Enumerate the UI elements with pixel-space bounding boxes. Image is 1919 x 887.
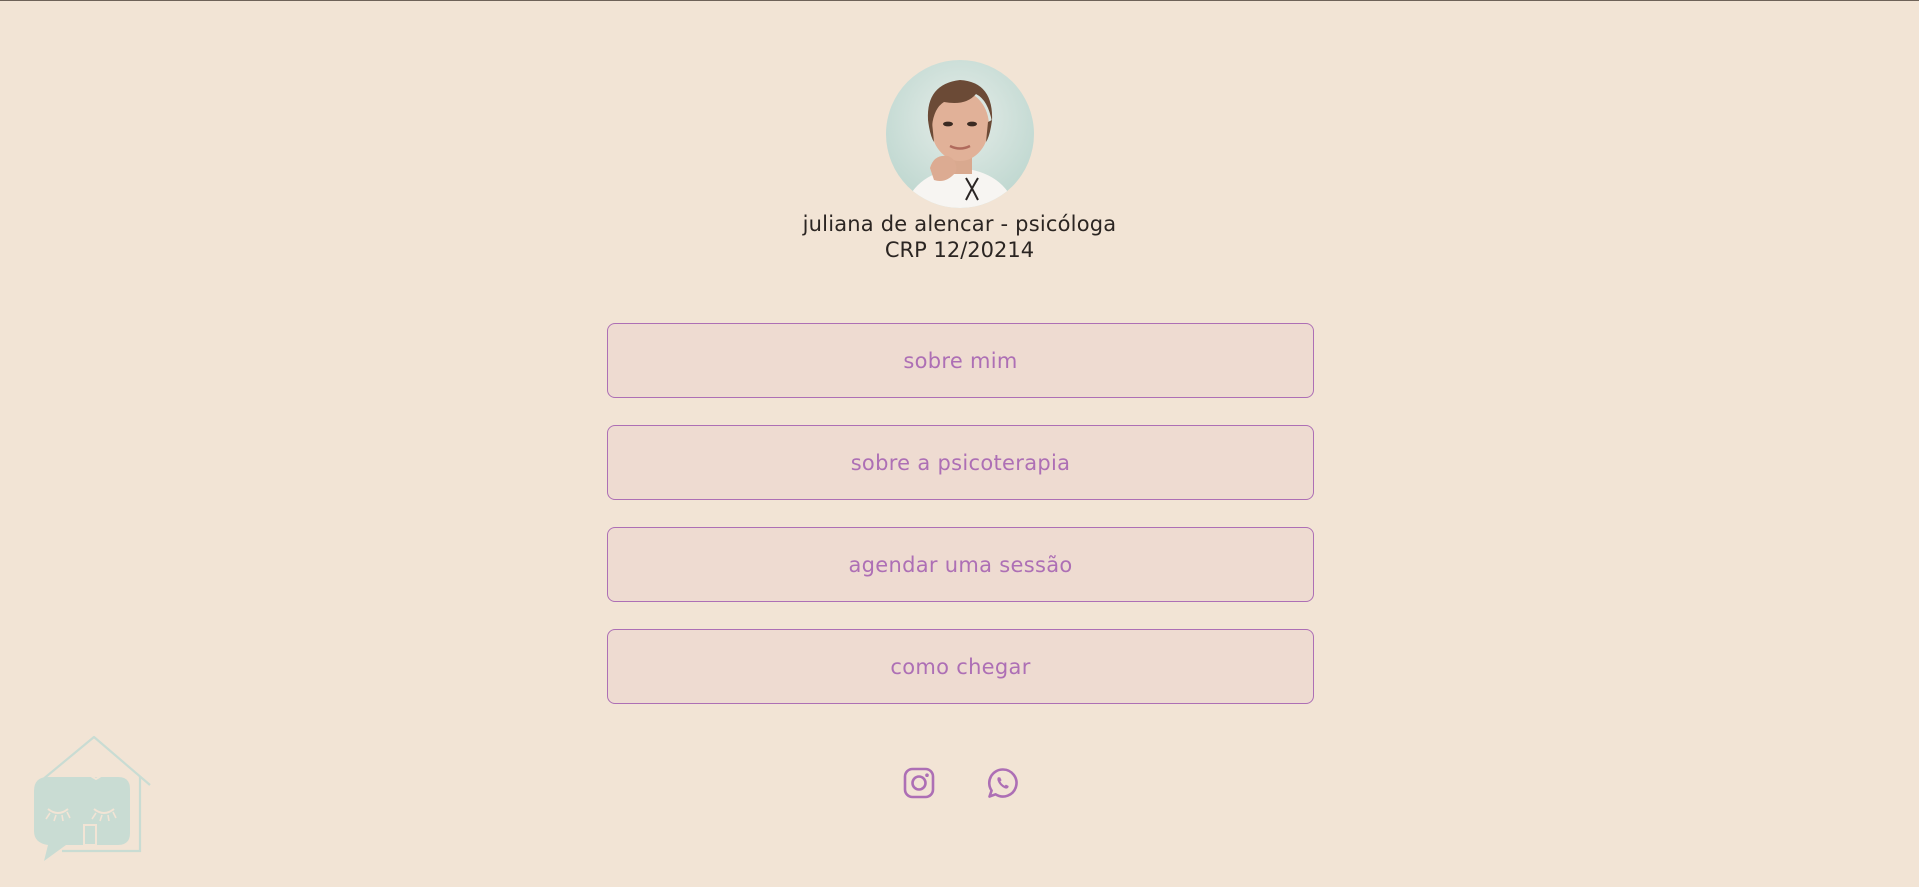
profile-name: juliana de alencar - psicóloga xyxy=(802,212,1117,236)
avatar xyxy=(886,60,1034,208)
about-me-button[interactable]: sobre mim xyxy=(607,323,1314,398)
about-psychotherapy-button[interactable]: sobre a psicoterapia xyxy=(607,425,1314,500)
directions-button[interactable]: como chegar xyxy=(607,629,1314,704)
instagram-icon[interactable] xyxy=(902,766,936,800)
link-list: sobre mim sobre a psicoterapia agendar u… xyxy=(607,323,1314,731)
whatsapp-icon[interactable] xyxy=(986,766,1020,800)
registration-number: CRP 12/20214 xyxy=(884,238,1035,262)
schedule-session-button[interactable]: agendar uma sessão xyxy=(607,527,1314,602)
top-rule xyxy=(0,0,1919,1)
logo-icon xyxy=(26,733,154,867)
